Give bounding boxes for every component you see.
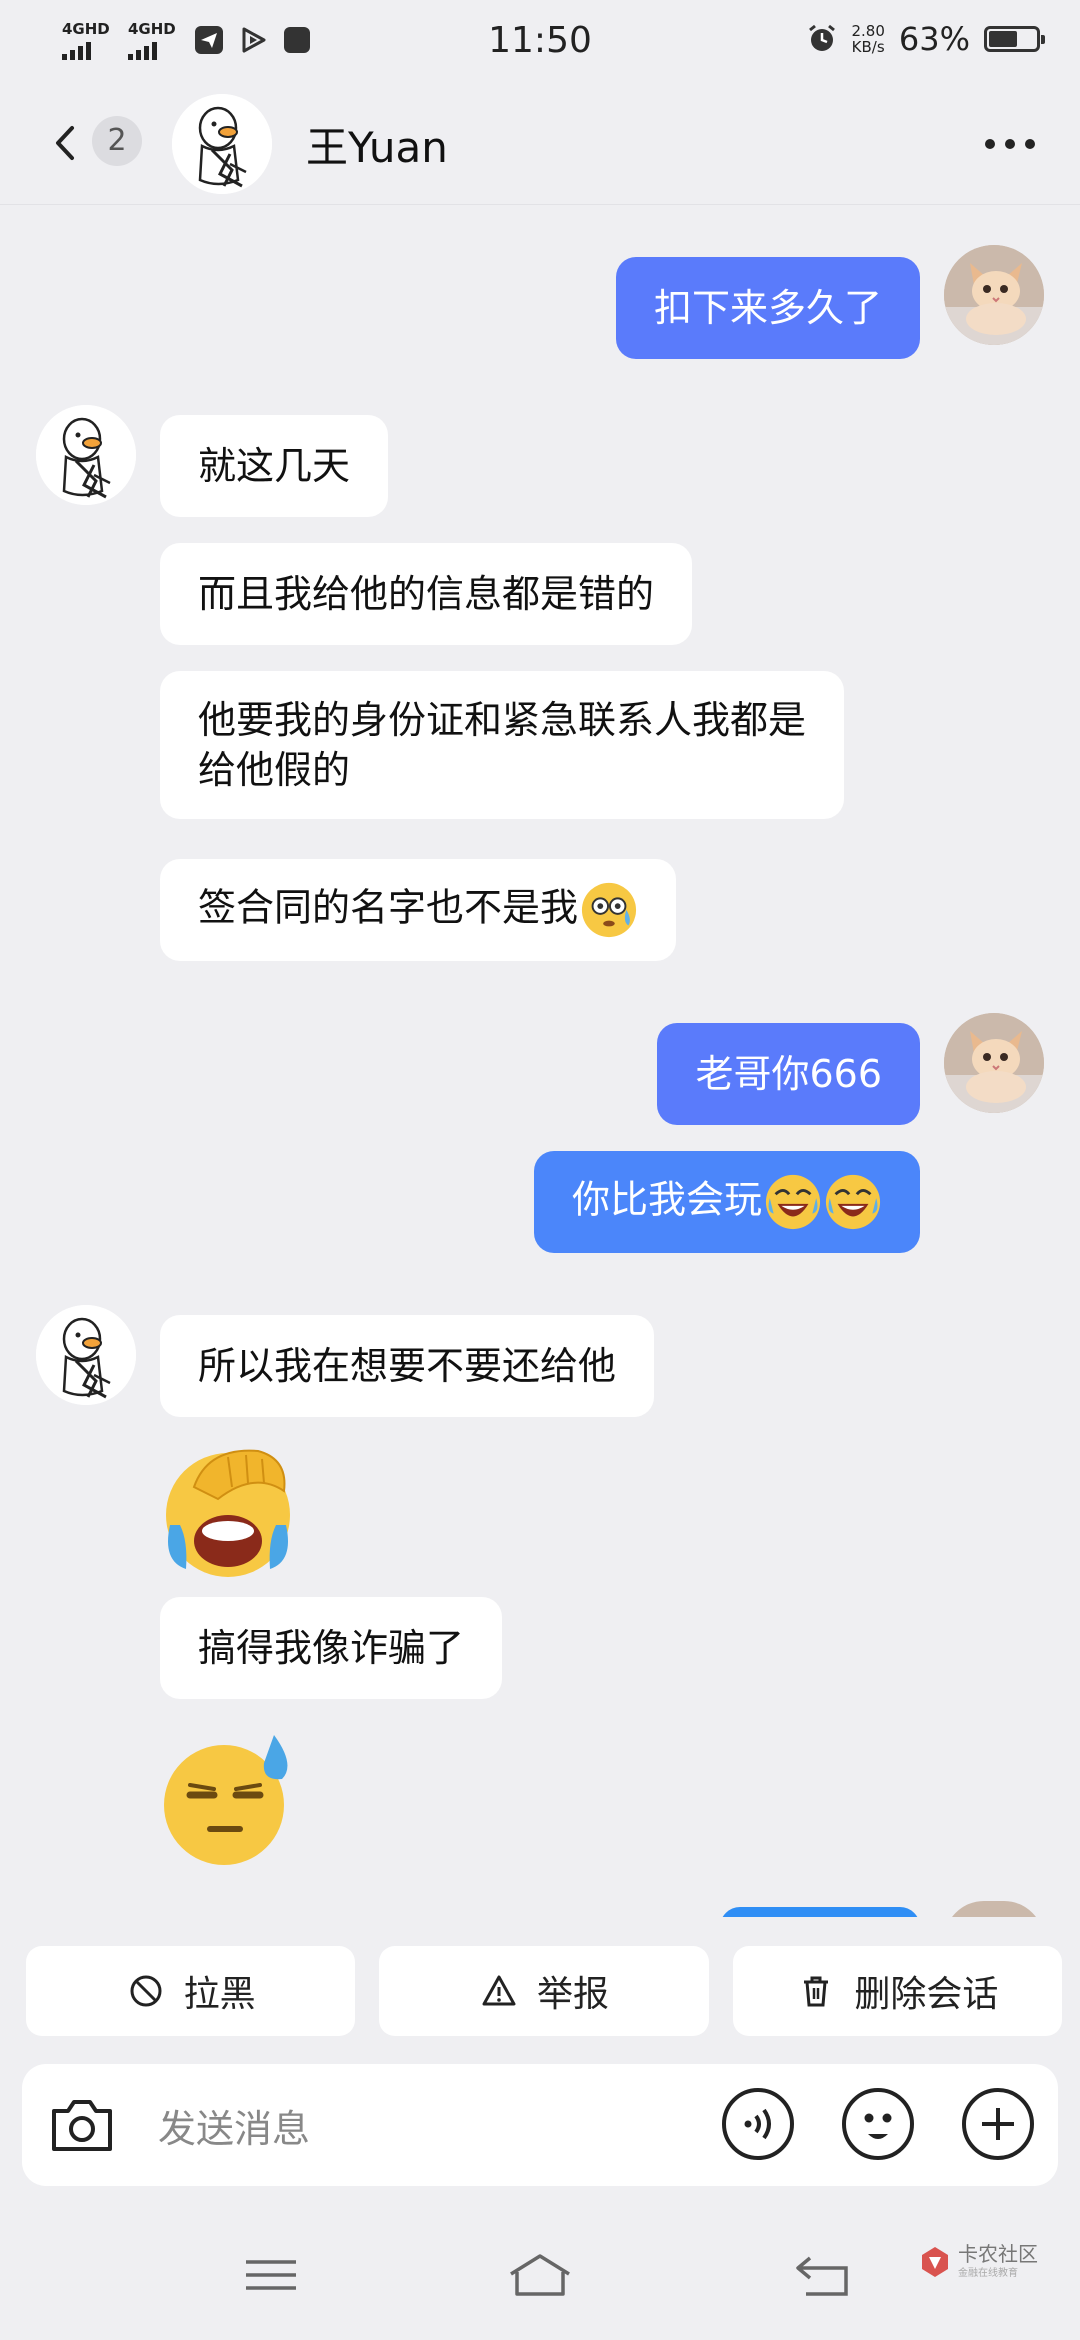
net-speed: 2.80 KB/s xyxy=(851,23,884,55)
contact-message-avatar[interactable] xyxy=(36,1305,136,1405)
report-button[interactable]: 举报 xyxy=(379,1946,709,2036)
my-avatar-partial xyxy=(944,1901,1044,1917)
message-text: 搞得我像诈骗了 xyxy=(198,1626,465,1670)
contact-message-avatar[interactable] xyxy=(36,405,136,505)
block-icon xyxy=(130,1975,162,2007)
back-icon[interactable] xyxy=(790,2250,860,2300)
battery-icon xyxy=(984,26,1045,52)
message-bubble-incoming[interactable]: 签合同的名字也不是我 xyxy=(160,859,677,961)
conversation-actions: 拉黑 举报 删除会话 xyxy=(26,1946,1062,2036)
home-icon[interactable] xyxy=(505,2250,575,2300)
rolling-laughing-emoji xyxy=(825,1174,881,1230)
watermark: 卡农社区 金融在线教育 xyxy=(918,2244,1038,2279)
battery-percent: 63% xyxy=(898,20,970,58)
status-bar: 4GHD 4GHD 11:50 2.80 KB/s 63% xyxy=(0,0,1080,84)
add-more-icon[interactable] xyxy=(958,2084,1038,2164)
message-text: 你比我会玩 xyxy=(571,1177,762,1222)
message-text-line: 给他假的 xyxy=(198,748,351,792)
message-text: 就这几天 xyxy=(198,444,351,488)
watermark-tagline: 金融在线教育 xyxy=(958,2268,1018,2279)
message-input-bar: 发送消息 xyxy=(22,2064,1058,2186)
emoji-icon[interactable] xyxy=(838,2084,918,2164)
message-text: 而且我给他的信息都是错的 xyxy=(198,572,655,616)
message-bubble-incoming[interactable]: 就这几天 xyxy=(160,415,389,517)
unread-count-badge: 2 xyxy=(92,116,142,166)
menu-icon[interactable] xyxy=(236,2250,306,2300)
status-right: 2.80 KB/s 63% xyxy=(807,20,1045,58)
message-bubble-incoming[interactable]: 他要我的身份证和紧急联系人我都是 给他假的 xyxy=(160,671,845,819)
more-options-icon[interactable] xyxy=(980,124,1040,164)
kanong-logo-icon xyxy=(922,2246,948,2277)
message-text-line: 他要我的身份证和紧急联系人我都是 xyxy=(198,698,807,742)
contact-avatar[interactable] xyxy=(172,94,272,194)
sweat-expressionless-sticker[interactable] xyxy=(158,1729,298,1869)
my-avatar[interactable] xyxy=(944,245,1044,345)
trash-icon xyxy=(804,1976,829,2007)
rolling-laughing-emoji xyxy=(765,1174,821,1230)
message-text: 老哥你666 xyxy=(695,1052,882,1096)
voice-input-icon[interactable] xyxy=(718,2084,798,2164)
message-bubble-incoming[interactable]: 搞得我像诈骗了 xyxy=(160,1597,503,1699)
message-bubble-outgoing-partial[interactable] xyxy=(720,1907,920,1917)
report-label: 举报 xyxy=(536,1974,609,2015)
watermark-brand: 卡农社区 xyxy=(958,2242,1038,2266)
message-bubble-incoming[interactable]: 而且我给他的信息都是错的 xyxy=(160,543,693,645)
net-speed-unit: KB/s xyxy=(851,38,885,56)
facepalm-crying-sticker[interactable] xyxy=(158,1441,298,1581)
back-arrow-icon[interactable] xyxy=(42,118,92,168)
net-speed-value: 2.80 xyxy=(851,22,885,40)
message-text: 扣下来多久了 xyxy=(653,286,882,330)
message-text: 签合同的名字也不是我 xyxy=(198,885,579,930)
message-bubble-outgoing[interactable]: 你比我会玩 xyxy=(533,1151,920,1253)
chat-header: 2 王Yuan xyxy=(0,84,1080,205)
my-avatar[interactable] xyxy=(944,1013,1044,1113)
contact-name: 王Yuan xyxy=(306,123,448,172)
alarm-icon xyxy=(809,24,836,51)
battery-fill xyxy=(989,31,1017,47)
message-bubble-outgoing[interactable]: 扣下来多久了 xyxy=(615,257,920,359)
block-button[interactable]: 拉黑 xyxy=(26,1946,356,2036)
camera-icon[interactable] xyxy=(46,2089,118,2161)
delete-conversation-button[interactable]: 删除会话 xyxy=(732,1946,1062,2036)
message-bubble-outgoing[interactable]: 老哥你666 xyxy=(657,1023,920,1125)
message-text: 所以我在想要不要还给他 xyxy=(198,1344,617,1388)
message-input[interactable]: 发送消息 xyxy=(158,2098,310,2153)
message-bubble-incoming[interactable]: 所以我在想要不要还给他 xyxy=(160,1315,655,1417)
message-list[interactable]: 扣下来多久了 就这几天 而且我给他的信息都是错的 他要我的身份证和紧急联系人我都… xyxy=(0,205,1080,1917)
flushed-face-emoji xyxy=(581,882,637,938)
delete-label: 删除会话 xyxy=(854,1974,999,2015)
warning-icon xyxy=(482,1975,516,2006)
block-label: 拉黑 xyxy=(183,1974,256,2015)
